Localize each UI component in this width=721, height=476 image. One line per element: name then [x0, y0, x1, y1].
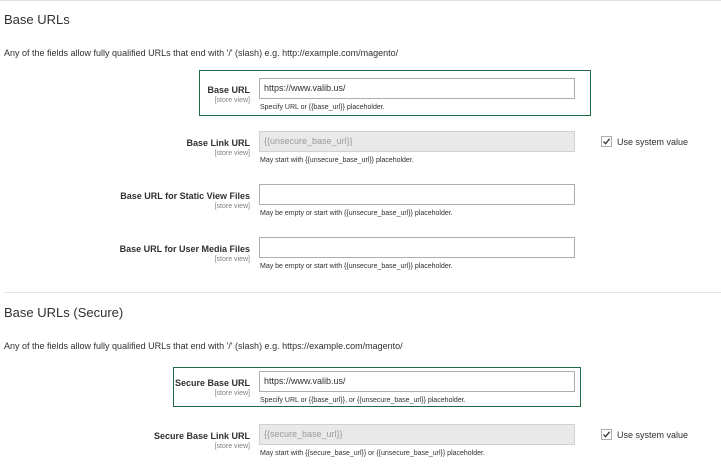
section-title-base-urls-secure: Base URLs (Secure)	[4, 305, 124, 320]
section-title-base-urls: Base URLs	[4, 12, 70, 27]
field-note: May start with {{secure_base_url}} or {{…	[260, 450, 485, 457]
field-note: Specify URL or {{base_url}}, or {{unsecu…	[260, 397, 466, 404]
use-system-value-label: Use system value	[617, 430, 689, 440]
use-system-value-checkbox[interactable]: Use system value	[601, 136, 689, 148]
user-media-files-url-input[interactable]	[259, 237, 575, 258]
secure-base-link-url-input[interactable]: {{secure_base_url}}	[259, 424, 575, 445]
field-row-base-url: Base URL [store view] https://www.valib.…	[0, 78, 721, 130]
base-url-input[interactable]: https://www.valib.us/	[259, 78, 575, 99]
field-label: Base URL [store view]	[207, 84, 250, 106]
field-label-text: Secure Base URL	[174, 378, 250, 388]
field-row-base-link-url: Base Link URL [store view] {{unsecure_ba…	[0, 131, 721, 183]
use-system-value-label: Use system value	[617, 137, 689, 147]
secure-base-url-input[interactable]: https://www.valib.us/	[259, 371, 575, 392]
field-scope: [store view]	[214, 443, 250, 450]
field-note: May start with {{unsecure_base_url}} pla…	[260, 157, 414, 164]
field-label: Base Link URL [store view]	[186, 137, 250, 159]
field-scope: [store view]	[214, 256, 250, 263]
check-icon	[603, 431, 611, 438]
field-label-text: Base Link URL	[186, 138, 250, 148]
checkbox-checked[interactable]	[601, 136, 612, 148]
base-link-url-input[interactable]: {{unsecure_base_url}}	[259, 131, 575, 152]
section-note-base-urls-secure: Any of the fields allow fully qualified …	[4, 341, 403, 351]
field-label: Base URL for Static View Files [store vi…	[120, 190, 250, 212]
field-row-user-media-files: Base URL for User Media Files [store vie…	[0, 237, 721, 289]
field-row-static-view-files: Base URL for Static View Files [store vi…	[0, 184, 721, 236]
field-scope: [store view]	[214, 97, 250, 104]
field-label: Secure Base Link URL [store view]	[154, 430, 250, 452]
field-row-secure-base-url: Secure Base URL [store view] https://www…	[0, 371, 721, 423]
check-icon	[603, 138, 611, 145]
field-label: Secure Base URL [store view]	[175, 377, 250, 399]
field-scope: [store view]	[214, 390, 250, 397]
top-divider	[0, 0, 721, 1]
field-label-text: Base URL	[207, 85, 250, 95]
field-note: May be empty or start with {{unsecure_ba…	[260, 210, 453, 217]
section-note-base-urls: Any of the fields allow fully qualified …	[4, 48, 399, 58]
field-scope: [store view]	[214, 150, 250, 157]
field-label-text: Base URL for Static View Files	[120, 191, 250, 201]
field-row-secure-base-link-url: Secure Base Link URL [store view] {{secu…	[0, 424, 721, 476]
field-scope: [store view]	[214, 203, 250, 210]
use-system-value-checkbox[interactable]: Use system value	[601, 429, 689, 441]
field-note: Specify URL or {{base_url}} placeholder.	[260, 104, 385, 111]
static-view-files-url-input[interactable]	[259, 184, 575, 205]
section-divider	[4, 292, 721, 293]
field-note: May be empty or start with {{unsecure_ba…	[260, 263, 453, 270]
field-label-text: Secure Base Link URL	[153, 431, 250, 441]
field-label: Base URL for User Media Files [store vie…	[120, 243, 250, 265]
checkbox-checked[interactable]	[601, 429, 612, 441]
field-label-text: Base URL for User Media Files	[119, 244, 250, 254]
